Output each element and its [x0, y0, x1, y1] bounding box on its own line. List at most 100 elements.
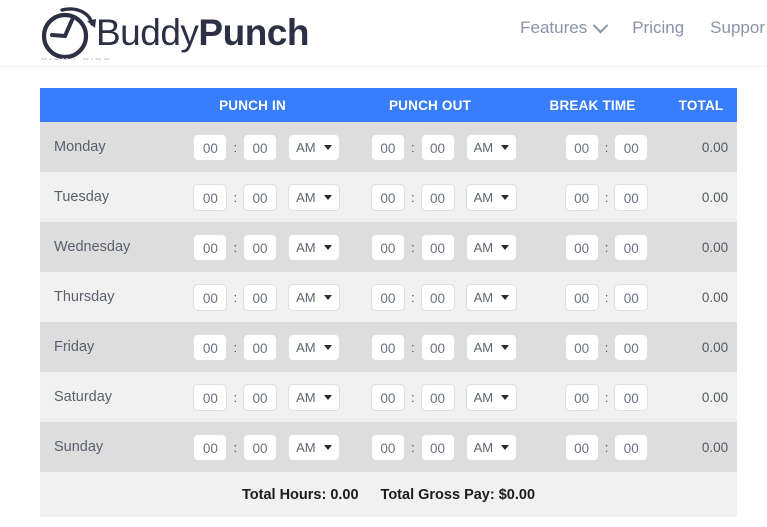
chevron-down-icon [323, 194, 332, 200]
punch-in-hour-input[interactable]: 00 [193, 383, 228, 411]
punch-in-ampm-select[interactable]: AM [288, 233, 340, 261]
punch-out-minute-input[interactable]: 00 [420, 133, 455, 161]
nav-item-pricing-label: Pricing [632, 18, 685, 37]
chevron-down-icon [323, 344, 332, 350]
punch-in-group: 00:00 AM [179, 333, 354, 361]
punch-in-ampm-select-value: AM [296, 439, 316, 455]
punch-out-hour-input[interactable]: 00 [370, 383, 405, 411]
row-total-value: 0.00 [701, 439, 729, 455]
punch-out-hour-input[interactable]: 00 [370, 333, 405, 361]
nav-item-pricing[interactable]: Pricing [632, 18, 684, 38]
punch-in-hour-input[interactable]: 00 [193, 233, 228, 261]
time-separator: : [604, 189, 609, 205]
punch-out-ampm-select[interactable]: AM [465, 183, 518, 211]
punch-out-minute-input[interactable]: 00 [420, 283, 455, 311]
table-row: Monday 00:00 AM 00:00 AM 00:00 0.00 [40, 122, 737, 172]
punch-in-minute-input[interactable]: 00 [243, 133, 278, 161]
time-separator: : [233, 339, 238, 355]
punch-out-minute-input[interactable]: 00 [420, 183, 455, 211]
punch-in-ampm-select-value: AM [296, 339, 316, 355]
punch-in-ampm-select[interactable]: AM [288, 283, 340, 311]
table-header-row: PUNCH IN PUNCH OUT BREAK TIME TOTAL [40, 88, 737, 122]
break-hour-input[interactable]: 00 [564, 383, 599, 411]
punch-out-minute-input[interactable]: 00 [420, 383, 455, 411]
punch-out-hour-input[interactable]: 00 [370, 433, 405, 461]
timecard-table: PUNCH IN PUNCH OUT BREAK TIME TOTAL Mond… [40, 88, 737, 517]
punch-in-ampm-select[interactable]: AM [288, 183, 340, 211]
punch-out-hour-input[interactable]: 00 [370, 133, 405, 161]
break-hour-input[interactable]: 00 [564, 233, 599, 261]
punch-out-hour-input[interactable]: 00 [370, 183, 405, 211]
punch-out-ampm-select[interactable]: AM [465, 383, 518, 411]
punch-out-ampm-select[interactable]: AM [465, 233, 518, 261]
punch-in-group: 00:00 AM [179, 183, 354, 211]
break-minute-input[interactable]: 00 [614, 233, 649, 261]
punch-out-minute-input[interactable]: 00 [420, 433, 455, 461]
day-label: Friday [54, 339, 95, 355]
break-hour-input[interactable]: 00 [564, 433, 599, 461]
break-minute-input[interactable]: 00 [614, 283, 649, 311]
table-row: Wednesday 00:00 AM 00:00 AM 00:00 0.00 [40, 222, 737, 272]
punch-out-group: 00:00 AM [354, 283, 534, 311]
punch-in-hour-input[interactable]: 00 [193, 133, 228, 161]
top-navbar: BuddyPunch Features Pricing Suppor [0, 0, 767, 67]
punch-out-ampm-select[interactable]: AM [465, 333, 518, 361]
punch-in-minute-input[interactable]: 00 [243, 183, 278, 211]
punch-in-minute-input[interactable]: 00 [243, 283, 278, 311]
break-minute-input[interactable]: 00 [614, 183, 649, 211]
punch-out-ampm-select-value: AM [473, 439, 494, 455]
punch-out-hour-input[interactable]: 00 [370, 283, 405, 311]
time-separator: : [410, 389, 415, 405]
punch-in-hour-input[interactable]: 00 [193, 183, 228, 211]
punch-in-group: 00:00 AM [179, 283, 354, 311]
punch-in-ampm-select[interactable]: AM [288, 433, 340, 461]
brand-logo[interactable]: BuddyPunch [38, 4, 309, 62]
chevron-down-icon [501, 394, 510, 400]
table-row: Sunday 00:00 AM 00:00 AM 00:00 0.00 [40, 422, 737, 472]
punch-in-ampm-select[interactable]: AM [288, 333, 340, 361]
chevron-down-icon [501, 194, 510, 200]
punch-out-minute-input[interactable]: 00 [420, 333, 455, 361]
break-minute-input[interactable]: 00 [614, 383, 649, 411]
punch-in-ampm-select-value: AM [296, 389, 316, 405]
punch-out-ampm-select[interactable]: AM [465, 133, 518, 161]
time-separator: : [604, 139, 609, 155]
break-hour-input[interactable]: 00 [564, 183, 599, 211]
row-total-value: 0.00 [701, 139, 729, 155]
punch-out-ampm-select-value: AM [473, 339, 494, 355]
break-hour-input[interactable]: 00 [564, 333, 599, 361]
break-minute-input[interactable]: 00 [614, 133, 649, 161]
punch-out-ampm-select-value: AM [473, 389, 494, 405]
punch-in-hour-input[interactable]: 00 [193, 333, 228, 361]
punch-out-ampm-select[interactable]: AM [465, 433, 518, 461]
punch-out-group: 00:00 AM [354, 433, 534, 461]
break-hour-input[interactable]: 00 [564, 133, 599, 161]
time-separator: : [233, 439, 238, 455]
punch-in-hour-input[interactable]: 00 [193, 433, 228, 461]
punch-out-ampm-select[interactable]: AM [465, 283, 518, 311]
punch-in-minute-input[interactable]: 00 [243, 333, 278, 361]
nav-item-features[interactable]: Features [520, 17, 609, 38]
punch-out-group: 00:00 AM [354, 183, 534, 211]
break-minute-input[interactable]: 00 [614, 333, 649, 361]
punch-in-hour-input[interactable]: 00 [193, 283, 228, 311]
table-row: Saturday 00:00 AM 00:00 AM 00:00 0.00 [40, 372, 737, 422]
break-minute-input[interactable]: 00 [614, 433, 649, 461]
break-hour-input[interactable]: 00 [564, 283, 599, 311]
punch-out-hour-input[interactable]: 00 [370, 233, 405, 261]
time-separator: : [410, 289, 415, 305]
chevron-down-icon [501, 344, 510, 350]
brand-wordmark: BuddyPunch [96, 12, 309, 54]
punch-in-minute-input[interactable]: 00 [243, 383, 278, 411]
punch-in-minute-input[interactable]: 00 [243, 233, 278, 261]
nav-item-support[interactable]: Suppor [710, 18, 765, 38]
nav-item-features-label: Features [520, 18, 588, 37]
punch-in-ampm-select[interactable]: AM [288, 383, 340, 411]
punch-out-minute-input[interactable]: 00 [420, 233, 455, 261]
time-separator: : [233, 139, 238, 155]
row-total-value: 0.00 [701, 189, 729, 205]
punch-in-ampm-select[interactable]: AM [288, 133, 340, 161]
punch-in-ampm-select-value: AM [296, 189, 316, 205]
clipped-text-remnant: 0:00 / 0:00 [40, 58, 460, 67]
punch-in-minute-input[interactable]: 00 [243, 433, 278, 461]
